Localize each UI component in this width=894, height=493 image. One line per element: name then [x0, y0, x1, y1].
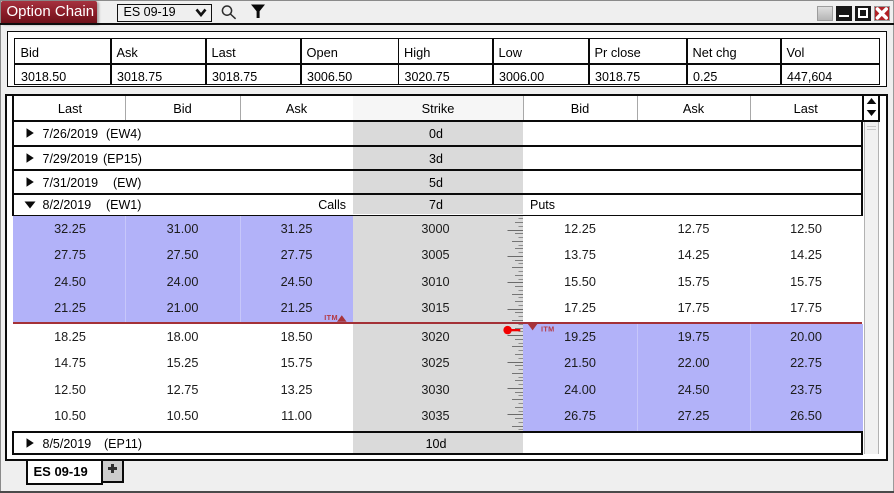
svg-text:ITM: ITM: [541, 325, 555, 334]
svg-text:ITM: ITM: [324, 313, 338, 322]
